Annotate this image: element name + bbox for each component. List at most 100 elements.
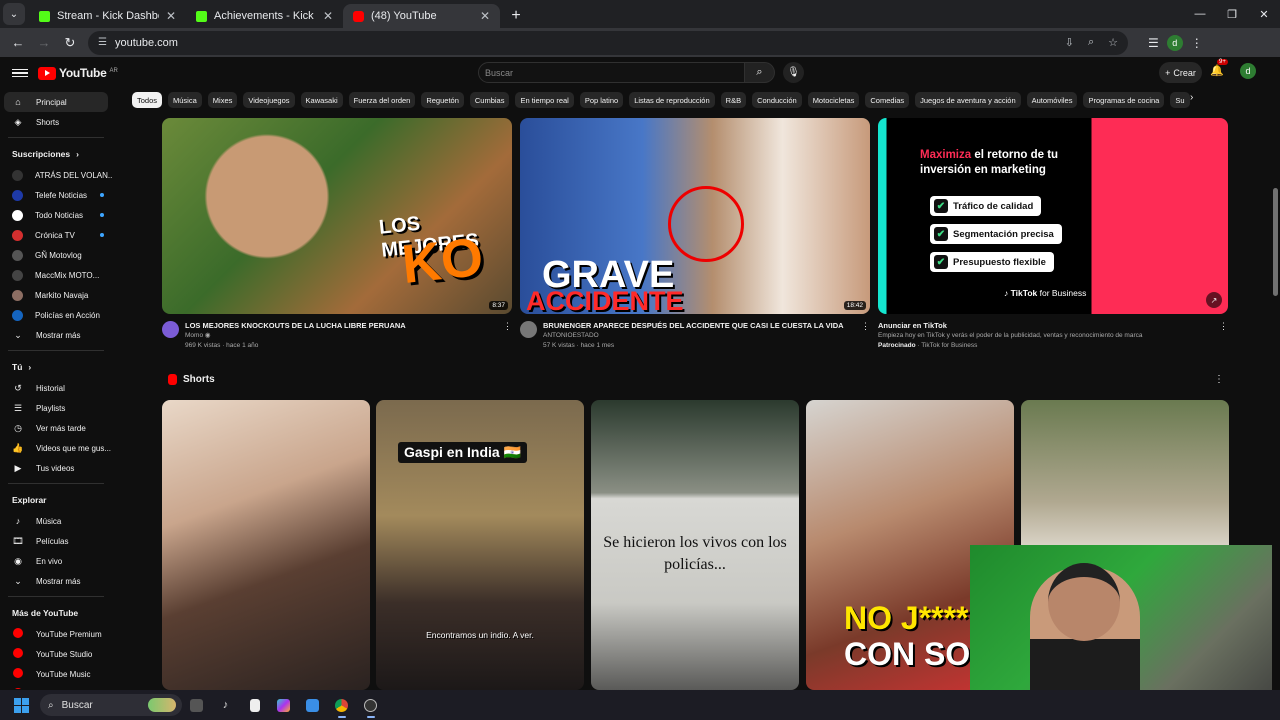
task-view-icon[interactable]: [182, 690, 211, 720]
short-card[interactable]: [162, 400, 370, 690]
restore-icon[interactable]: ❐: [1216, 0, 1248, 28]
show-more-subscriptions[interactable]: ⌄ Mostrar más: [0, 325, 112, 345]
sidebar-item-subscription[interactable]: Todo Noticias: [0, 205, 112, 225]
sidebar-item[interactable]: 👍 Videos que me gus...: [0, 438, 112, 458]
notifications-button[interactable]: 🔔 9+: [1210, 59, 1228, 77]
sidebar-item-subscription[interactable]: ATRÁS DEL VOLAN...: [0, 165, 112, 185]
sidebar-item-subscription[interactable]: Telefe Noticias: [0, 185, 112, 205]
filter-chip[interactable]: Su: [1170, 92, 1190, 108]
filter-chip[interactable]: Fuerza del orden: [348, 92, 416, 108]
you-header[interactable]: Tú ›: [0, 356, 112, 378]
sidebar-item[interactable]: YouTube Music: [0, 664, 112, 684]
filter-chip[interactable]: Cumbias: [469, 92, 510, 108]
chips-next-icon[interactable]: ›: [1190, 92, 1193, 103]
filter-chip[interactable]: Programas de cocina: [1083, 92, 1165, 108]
tab-search-icon[interactable]: ⌄: [3, 3, 25, 25]
tiktok-app-icon[interactable]: ♪: [211, 690, 240, 720]
more-actions-icon[interactable]: ⋮: [1219, 321, 1228, 351]
obs-icon[interactable]: [356, 690, 385, 720]
close-window-icon[interactable]: ✕: [1248, 0, 1280, 28]
sidebar-item[interactable]: ☰ Playlists: [0, 398, 112, 418]
back-button[interactable]: ←: [6, 31, 30, 55]
sidebar-item-subscription[interactable]: Markito Navaja: [0, 285, 112, 305]
menu-dots-icon[interactable]: ⋮: [1191, 36, 1203, 50]
filter-chip[interactable]: Kawasaki: [300, 92, 343, 108]
sidebar-item[interactable]: ⌄ Mostrar más: [0, 571, 112, 591]
sidebar-item[interactable]: ▶ Tus videos: [0, 458, 112, 478]
start-button[interactable]: [6, 690, 36, 720]
filter-chip[interactable]: Motocicletas: [807, 92, 860, 108]
filter-chip[interactable]: Todos: [132, 92, 163, 108]
account-avatar[interactable]: d: [1240, 63, 1256, 79]
filter-chip[interactable]: Juegos de aventura y acción: [915, 92, 1021, 108]
sidebar-item[interactable]: ◷ Ver más tarde: [0, 418, 112, 438]
tab-kick-achievements[interactable]: Achievements - Kick Dashboard ✕: [186, 4, 343, 28]
video-card[interactable]: LOS MEJORES KO 8:37 LOS MEJORES KNOCKOUT…: [162, 118, 512, 351]
sidebar-item[interactable]: YouTube Kids: [0, 684, 112, 689]
more-actions-icon[interactable]: ⋮: [861, 321, 870, 351]
taskbar-search[interactable]: ⌕ Buscar: [40, 694, 182, 716]
short-card[interactable]: Se hicieron los vivos con los policías..…: [591, 400, 799, 690]
filter-chip[interactable]: Videojuegos: [243, 92, 295, 108]
tab-kick-stream[interactable]: Stream - Kick Dashboard ✕: [29, 4, 186, 28]
ad-title[interactable]: Anunciar en TikTok: [878, 321, 1213, 331]
voice-search-button[interactable]: 🎙: [783, 62, 804, 83]
filter-chip[interactable]: Pop latino: [579, 92, 624, 108]
subscriptions-header[interactable]: Suscripciones ›: [0, 143, 112, 165]
video-title[interactable]: LOS MEJORES KNOCKOUTS DE LA LUCHA LIBRE …: [185, 321, 497, 331]
install-icon[interactable]: ⇩: [1065, 36, 1074, 49]
filter-chip[interactable]: R&B: [720, 92, 747, 108]
profile-avatar[interactable]: d: [1166, 34, 1183, 51]
hamburger-menu-icon[interactable]: [10, 67, 30, 80]
site-info-icon[interactable]: ☰: [98, 37, 107, 48]
channel-avatar[interactable]: [520, 321, 537, 338]
sidebar-item[interactable]: 🎞 Películas: [0, 531, 112, 551]
short-card[interactable]: Gaspi en India 🇮🇳 Encontramos un indio. …: [376, 400, 584, 690]
filter-chip[interactable]: Mixes: [207, 92, 238, 108]
close-tab-icon[interactable]: ✕: [323, 9, 333, 23]
filter-chip[interactable]: Listas de reproducción: [629, 92, 715, 108]
create-button[interactable]: + Crear: [1159, 62, 1202, 83]
store-icon[interactable]: [298, 690, 327, 720]
zoom-icon[interactable]: ⌕: [1088, 36, 1094, 49]
scrollbar-thumb[interactable]: [1273, 188, 1278, 296]
sidebar-item[interactable]: YouTube Premium: [0, 624, 112, 644]
video-thumbnail[interactable]: GRAVE ACCIDENTE 18:42: [520, 118, 870, 314]
reading-list-icon[interactable]: ☰: [1148, 36, 1159, 50]
ad-card[interactable]: Maximiza el retorno de tu inversión en m…: [878, 118, 1228, 351]
filter-chip[interactable]: Automóviles: [1026, 92, 1078, 108]
channel-avatar[interactable]: [162, 321, 179, 338]
more-actions-icon[interactable]: ⋮: [1214, 374, 1224, 385]
minimize-icon[interactable]: —: [1184, 0, 1216, 28]
filter-chip[interactable]: Comedias: [865, 92, 910, 108]
search-input[interactable]: Buscar: [478, 62, 745, 83]
channel-name[interactable]: Momo ◉: [185, 331, 497, 341]
external-link-icon[interactable]: ↗: [1206, 292, 1222, 308]
youtube-logo[interactable]: YouTube AR: [38, 66, 118, 80]
sidebar-item[interactable]: ♪ Música: [0, 511, 112, 531]
new-tab-button[interactable]: +: [504, 4, 528, 28]
copilot-icon[interactable]: [269, 690, 298, 720]
video-thumbnail[interactable]: LOS MEJORES KO 8:37: [162, 118, 512, 314]
scrollbar-track[interactable]: [1272, 57, 1280, 690]
search-button[interactable]: ⌕: [745, 62, 775, 83]
sidebar-item[interactable]: ◉ En vivo: [0, 551, 112, 571]
bookmark-star-icon[interactable]: ☆: [1108, 36, 1118, 49]
filter-chip[interactable]: Música: [168, 92, 202, 108]
sidebar-item[interactable]: ↺ Historial: [0, 378, 112, 398]
sidebar-item-subscription[interactable]: Crónica TV: [0, 225, 112, 245]
sidebar-item-subscription[interactable]: MaccMix MOTO...: [0, 265, 112, 285]
tab-youtube[interactable]: (48) YouTube ✕: [343, 4, 500, 28]
chrome-icon[interactable]: [327, 690, 356, 720]
address-bar[interactable]: ☰ youtube.com ⇩ ⌕ ☆: [88, 30, 1128, 55]
filter-chip[interactable]: En tiempo real: [515, 92, 574, 108]
sidebar-item-subscription[interactable]: Policías en Acción: [0, 305, 112, 325]
channel-name[interactable]: ANTONIOESTADO: [543, 331, 855, 341]
file-app-icon[interactable]: [240, 690, 269, 720]
more-actions-icon[interactable]: ⋮: [503, 321, 512, 351]
sidebar-item-shorts[interactable]: ◈ Shorts: [0, 112, 112, 132]
sidebar-item-home[interactable]: ⌂ Principal: [4, 92, 108, 112]
video-title[interactable]: BRUNENGER APARECE DESPUÉS DEL ACCIDENTE …: [543, 321, 855, 331]
close-tab-icon[interactable]: ✕: [166, 9, 176, 23]
sidebar-item-subscription[interactable]: GÑ Motovlog: [0, 245, 112, 265]
